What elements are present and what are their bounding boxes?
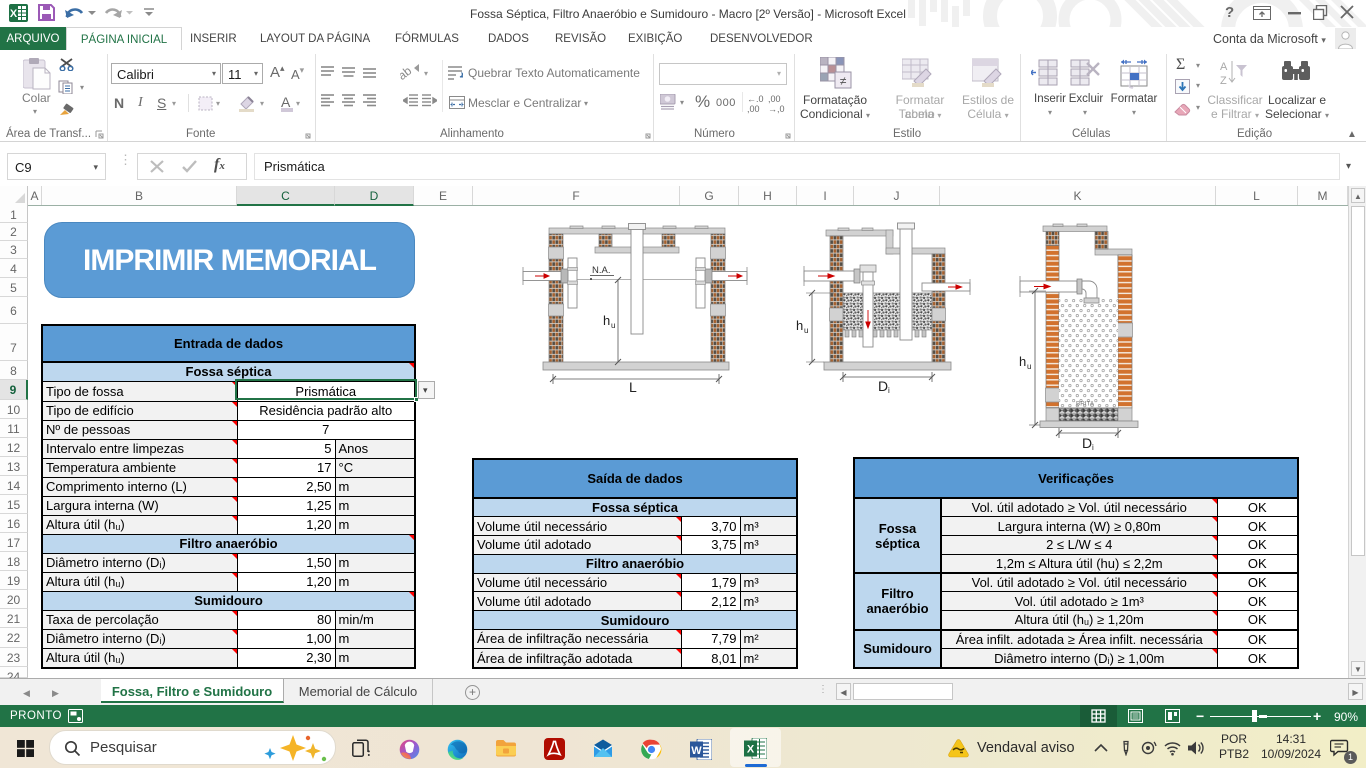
svg-text:h: h: [1019, 354, 1026, 369]
svg-text:ab: ab: [400, 64, 415, 80]
svg-text:▾: ▾: [424, 69, 428, 78]
svg-text:Z: Z: [1220, 75, 1227, 87]
svg-text:D: D: [878, 378, 888, 393]
svg-text:u: u: [611, 321, 615, 330]
svg-text:A: A: [1220, 61, 1228, 73]
svg-text:i: i: [1092, 443, 1094, 452]
svg-text:X: X: [747, 744, 755, 756]
svg-text:N.A.: N.A.: [592, 265, 610, 276]
svg-text:≠: ≠: [840, 74, 847, 88]
svg-text:D: D: [1082, 435, 1092, 451]
svg-text:i: i: [888, 386, 890, 393]
svg-text:W: W: [691, 745, 702, 757]
svg-text:h: h: [603, 313, 610, 328]
svg-text:BRITA: BRITA: [1076, 401, 1095, 408]
svg-text:h: h: [796, 318, 803, 333]
svg-text:X: X: [10, 8, 18, 20]
svg-text:u: u: [804, 326, 808, 335]
svg-text:L: L: [629, 379, 637, 393]
svg-text:u: u: [1027, 362, 1031, 371]
